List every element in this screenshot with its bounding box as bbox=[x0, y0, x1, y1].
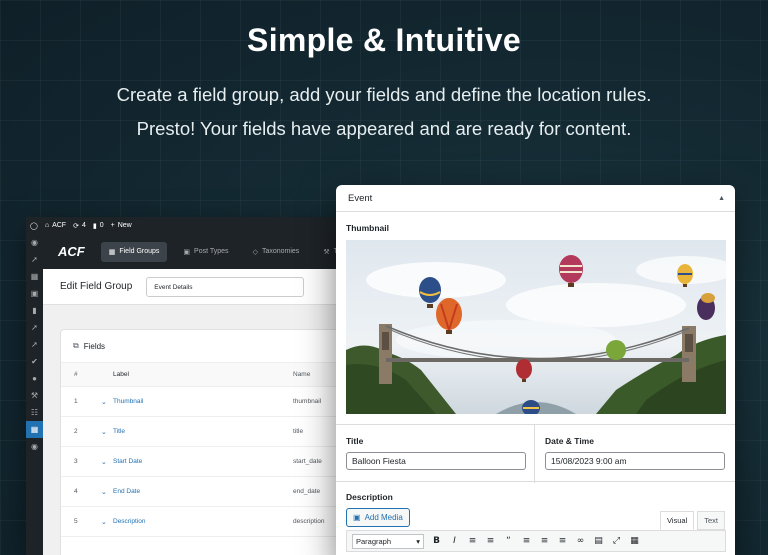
pin-icon[interactable]: ➚ bbox=[26, 251, 43, 268]
refresh-icon: ⟳ bbox=[73, 222, 79, 230]
event-panel-title: Event bbox=[348, 192, 373, 204]
comment-icon: ▮ bbox=[92, 222, 97, 230]
event-panel: Event ▲ Thumbnail Title Balloon Fiesta D… bbox=[336, 185, 735, 555]
title-datetime-row: Title Balloon Fiesta Date & Time 15/08/2… bbox=[336, 424, 735, 483]
chevron-down-icon[interactable]: ⌄ bbox=[101, 488, 113, 496]
table-row[interactable]: 1 ⌄ Thumbnail thumbnail bbox=[61, 387, 366, 417]
hero-subtitle-line2: Presto! Your fields have appeared and ar… bbox=[136, 118, 632, 139]
fields-icon: ⧉ bbox=[73, 341, 79, 350]
pin-icon[interactable]: ➚ bbox=[26, 319, 43, 336]
fields-card: ⧉ Fields # Label Name 1 ⌄ Thumbnail thum… bbox=[60, 329, 366, 555]
edit-header: Edit Field Group Event Details bbox=[43, 269, 366, 305]
acf-logo: ACF bbox=[58, 244, 85, 259]
admin-bar: ◯ ⌂ ACF ⟳ 4 ▮ 0 + New bbox=[26, 217, 366, 234]
kitchen-sink-icon[interactable]: ▦ bbox=[629, 536, 640, 546]
tag-icon: ◇ bbox=[252, 248, 258, 256]
format-select[interactable]: Paragraph ▾ bbox=[352, 533, 424, 549]
home-icon: ⌂ bbox=[44, 222, 50, 229]
chevron-down-icon[interactable]: ⌄ bbox=[101, 458, 113, 466]
admin-sidebar: ◉ ➚ ▦ ▣ ▮ ➚ ➚ ✔ ● ⚒ ☷ ▦ ◉ bbox=[26, 234, 43, 555]
wordpress-logo-icon[interactable]: ◯ bbox=[30, 222, 38, 230]
hero-subtitle-line1: Create a field group, add your fields an… bbox=[116, 84, 652, 105]
thumbnail-label: Thumbnail bbox=[346, 223, 389, 233]
datetime-input[interactable]: 15/08/2023 9:00 am bbox=[545, 452, 725, 470]
admin-bar-new[interactable]: + New bbox=[111, 222, 132, 229]
admin-bar-updates[interactable]: ⟳ 4 bbox=[73, 222, 86, 230]
acf-menu-icon[interactable]: ▦ bbox=[26, 421, 43, 438]
caret-up-icon[interactable]: ▲ bbox=[718, 195, 725, 202]
plus-icon: + bbox=[110, 222, 115, 229]
acf-header-nav: ACF ▦ Field Groups ▣ Post Types ◇ Taxono… bbox=[43, 234, 366, 269]
editor-toolbar: Paragraph ▾ B I ≡ ≡ “ ≡ ≡ ≡ ∞ ▤ ⤢ ▦ bbox=[346, 530, 726, 552]
align-right-icon[interactable]: ≡ bbox=[557, 536, 568, 546]
tab-post-types[interactable]: ▣ Post Types bbox=[175, 242, 236, 262]
editor-tabs: Visual Text bbox=[659, 511, 725, 530]
table-row[interactable]: 2 ⌄ Title title bbox=[61, 417, 366, 447]
datetime-label: Date & Time bbox=[545, 436, 594, 446]
table-header: # Label Name bbox=[61, 363, 366, 387]
thumbnail-image[interactable] bbox=[346, 240, 726, 414]
chevron-down-icon[interactable]: ⌄ bbox=[101, 398, 113, 406]
collapse-icon[interactable]: ◉ bbox=[26, 438, 43, 455]
more-icon[interactable]: ▤ bbox=[593, 536, 604, 546]
blockquote-icon[interactable]: “ bbox=[503, 536, 514, 546]
page-title: Edit Field Group bbox=[60, 281, 133, 292]
datetime-field: Date & Time 15/08/2023 9:00 am bbox=[535, 425, 735, 483]
title-input[interactable]: Balloon Fiesta bbox=[346, 452, 526, 470]
fullscreen-icon[interactable]: ⤢ bbox=[611, 536, 622, 546]
add-media-button[interactable]: ▣ Add Media bbox=[346, 508, 410, 527]
hero-title: Simple & Intuitive bbox=[247, 22, 521, 58]
appearance-icon[interactable]: ➚ bbox=[26, 336, 43, 353]
tab-text[interactable]: Text bbox=[697, 511, 725, 530]
dashboard-icon[interactable]: ◉ bbox=[26, 234, 43, 251]
fields-heading: ⧉ Fields bbox=[61, 330, 366, 363]
numbered-list-icon[interactable]: ≡ bbox=[485, 536, 496, 546]
comments-icon[interactable]: ▮ bbox=[26, 302, 43, 319]
tools-icon[interactable]: ⚒ bbox=[26, 387, 43, 404]
pages-icon[interactable]: ▣ bbox=[26, 285, 43, 302]
chevron-down-icon[interactable]: ⌄ bbox=[101, 518, 113, 526]
bold-icon[interactable]: B bbox=[431, 536, 442, 546]
table-row[interactable]: 3 ⌄ Start Date start_date bbox=[61, 447, 366, 477]
tab-visual[interactable]: Visual bbox=[659, 511, 695, 530]
wp-admin-window: ◯ ⌂ ACF ⟳ 4 ▮ 0 + New ◉ ➚ ▦ ▣ ▮ ➚ ➚ ✔ ● ⚒ ☷ … bbox=[26, 217, 366, 555]
admin-bar-comments[interactable]: ▮ 0 bbox=[93, 222, 104, 230]
event-panel-header[interactable]: Event ▲ bbox=[336, 185, 735, 212]
admin-bar-site[interactable]: ⌂ ACF bbox=[45, 222, 66, 229]
group-title-input[interactable]: Event Details bbox=[146, 276, 305, 297]
title-label: Title bbox=[346, 436, 364, 446]
media-icon: ▣ bbox=[353, 513, 361, 522]
title-field: Title Balloon Fiesta bbox=[336, 425, 535, 483]
table-row[interactable]: 4 ⌄ End Date end_date bbox=[61, 477, 366, 507]
tab-field-groups[interactable]: ▦ Field Groups bbox=[100, 241, 168, 262]
table-row[interactable]: 5 ⌄ Description description bbox=[61, 507, 366, 537]
tools-icon: ⚒ bbox=[323, 248, 330, 256]
plugins-icon[interactable]: ✔ bbox=[26, 353, 43, 370]
media-icon[interactable]: ▦ bbox=[26, 268, 43, 285]
italic-icon[interactable]: I bbox=[449, 536, 460, 546]
align-center-icon[interactable]: ≡ bbox=[539, 536, 550, 546]
chevron-down-icon[interactable]: ⌄ bbox=[101, 428, 113, 436]
tab-taxonomies[interactable]: ◇ Taxonomies bbox=[245, 242, 308, 262]
link-icon[interactable]: ∞ bbox=[575, 536, 586, 546]
post-types-icon: ▣ bbox=[183, 248, 191, 256]
align-left-icon[interactable]: ≡ bbox=[521, 536, 532, 546]
settings-icon[interactable]: ☷ bbox=[26, 404, 43, 421]
field-groups-icon: ▦ bbox=[108, 248, 116, 256]
chevron-down-icon: ▾ bbox=[416, 536, 420, 546]
bullet-list-icon[interactable]: ≡ bbox=[467, 536, 478, 546]
description-label: Description bbox=[346, 492, 393, 502]
users-icon[interactable]: ● bbox=[26, 370, 43, 387]
